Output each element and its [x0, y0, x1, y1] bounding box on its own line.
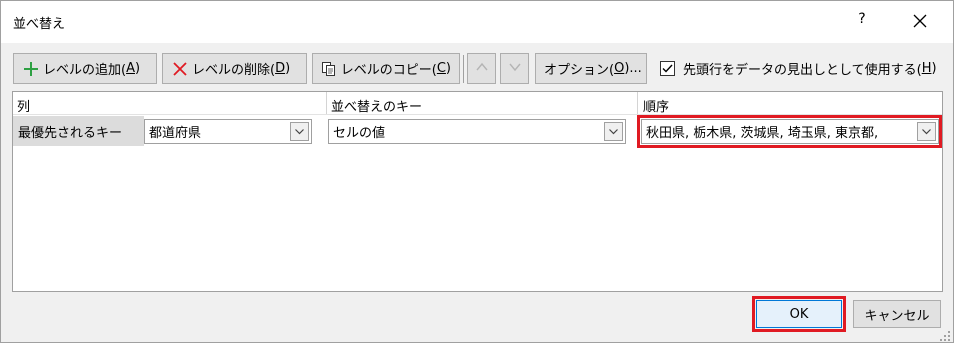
column-select-value: 都道府県 [149, 126, 202, 141]
ok-highlight-box [752, 296, 846, 332]
column-divider [637, 92, 638, 114]
help-button[interactable]: ? [855, 11, 869, 27]
chevron-down-icon[interactable] [290, 122, 309, 141]
move-up-button[interactable] [467, 53, 496, 84]
add-level-key: A [126, 61, 135, 76]
chevron-down-icon[interactable] [604, 122, 623, 141]
column-header-column: 列 [17, 100, 31, 115]
resize-grip-icon[interactable] [939, 330, 951, 342]
plus-icon [22, 60, 40, 78]
header-checkbox-key: H [921, 61, 932, 76]
options-button[interactable]: オプション(O)... [535, 53, 647, 84]
copy-level-button[interactable]: レベルのコピー(C) [312, 53, 460, 84]
sort-level-label: 最優先されるキー [13, 116, 144, 146]
copy-level-key: C [436, 61, 446, 76]
column-divider [326, 92, 327, 114]
cancel-button[interactable]: キャンセル [853, 300, 941, 328]
column-select[interactable]: 都道府県 [144, 119, 312, 144]
copy-icon [321, 60, 338, 78]
add-level-label: レベルの追加( [43, 63, 127, 78]
sort-dialog: 並べ替え ? レベルの追加(A) レベルの削除(D) レベルのコピー(C … [0, 0, 954, 343]
copy-level-suffix: ) [445, 61, 451, 76]
delete-level-label: レベルの削除( [192, 63, 276, 78]
column-header-order: 順序 [643, 100, 670, 115]
move-down-button[interactable] [500, 53, 529, 84]
options-suffix: )... [624, 61, 642, 76]
options-label: オプション( [544, 63, 615, 78]
copy-level-label: レベルのコピー( [340, 63, 437, 78]
header-checkbox-suffix: ) [931, 61, 937, 76]
chevron-up-icon [475, 60, 489, 78]
delete-level-suffix: ) [285, 61, 291, 76]
title-bar: 並べ替え ? [1, 1, 953, 43]
delete-level-key: D [275, 61, 286, 76]
sort-levels-grid: 列 並べ替えのキー 順序 最優先されるキー 都道府県 セルの値 秋田県, 栃木県… [12, 91, 943, 292]
column-header-sort-on: 並べ替えのキー [331, 100, 423, 115]
sort-on-select-value: セルの値 [333, 126, 386, 141]
order-highlight-box [637, 115, 942, 148]
header-row-checkbox[interactable]: 先頭行をデータの見出しとして使用する(H) [660, 59, 937, 78]
add-level-button[interactable]: レベルの追加(A) [13, 53, 157, 84]
delete-x-icon [171, 60, 189, 78]
options-key: O [614, 61, 625, 76]
close-icon[interactable] [909, 10, 931, 32]
toolbar-separator [463, 55, 464, 83]
header-checkbox-label: 先頭行をデータの見出しとして使用する( [683, 63, 922, 78]
add-level-suffix: ) [134, 61, 141, 76]
chevron-down-icon [508, 60, 522, 78]
checkbox[interactable] [660, 61, 675, 76]
sort-on-select[interactable]: セルの値 [328, 119, 626, 144]
delete-level-button[interactable]: レベルの削除(D) [162, 53, 307, 84]
window-title: 並べ替え [13, 17, 66, 32]
